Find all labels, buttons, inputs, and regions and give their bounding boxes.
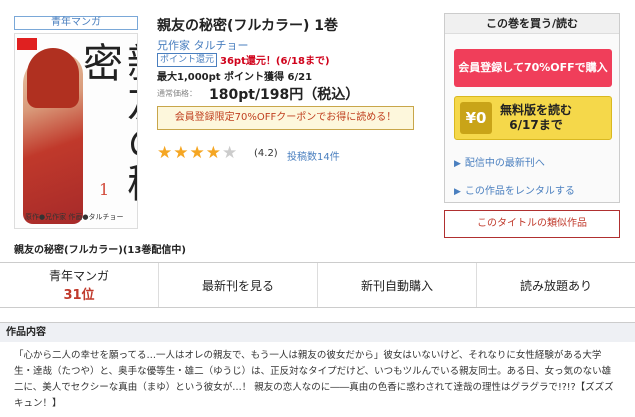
- cover-title-art: 親友の秘密: [76, 42, 137, 202]
- unlimited-reading-tab-label: 読み放題あり: [519, 278, 592, 293]
- price-value: 180pt/198円（税込）: [209, 87, 360, 103]
- chevron-right-icon: ▶: [454, 187, 461, 197]
- latest-volume-link[interactable]: ▶ 配信中の最新刊へ: [454, 154, 545, 169]
- cover-caption: 親友の秘密(フルカラー)(13巻配信中): [14, 245, 186, 256]
- stats-row: 青年マンガ 31位 最新刊を見る 新刊自動購入 読み放題あり: [0, 262, 635, 308]
- star-icon: ★: [189, 143, 205, 163]
- rental-link[interactable]: ▶ この作品をレンタルする: [454, 182, 575, 197]
- artist-link[interactable]: タルチョー: [194, 39, 249, 52]
- star-rating: ★ ★ ★ ★ ★: [157, 145, 237, 162]
- point-badge: ポイント還元: [157, 52, 218, 67]
- review-count-link[interactable]: 投稿数14件: [287, 148, 340, 163]
- latest-volume-tab-label: 最新刊を見る: [201, 278, 274, 293]
- star-icon: ★: [173, 143, 189, 163]
- page-title: 親友の秘密(フルカラー) 1巻: [157, 18, 338, 34]
- author-link[interactable]: 兄作家: [157, 39, 190, 52]
- point-text: 36pt還元！(6/18まで): [220, 56, 330, 67]
- chevron-right-icon: ▶: [454, 159, 461, 169]
- rating-score: (4.2): [254, 148, 278, 159]
- free-read-label: 無料版を読む: [500, 103, 573, 117]
- similar-titles-button[interactable]: このタイトルの類似作品: [444, 210, 620, 238]
- auto-purchase-tab-label: 新刊自動購入: [360, 278, 433, 293]
- genre-ranking[interactable]: 青年マンガ 31位: [0, 263, 159, 307]
- description-heading: 作品内容: [0, 322, 635, 342]
- description-text: 「心から二人の幸せを願ってる…一人はオレの親友で、もう一人は親友の彼女だから」彼…: [14, 350, 614, 409]
- buy-box-heading: この巻を買う/読む: [445, 14, 619, 34]
- unlimited-reading-tab[interactable]: 読み放題あり: [477, 263, 635, 307]
- auto-purchase-tab[interactable]: 新刊自動購入: [318, 263, 477, 307]
- rental-label: この作品をレンタルする: [464, 186, 575, 197]
- author-row: 兄作家 タルチョー: [157, 37, 249, 53]
- point-row: ポイント還元 36pt還元！(6/18まで): [157, 52, 330, 67]
- free-read-deadline: 6/17まで: [509, 118, 563, 132]
- read-free-button[interactable]: ¥0 無料版を読む 6/17まで: [454, 96, 612, 140]
- star-icon: ★: [222, 143, 238, 163]
- genre-ranking-label: 青年マンガ: [48, 269, 109, 283]
- cover-credit: 原作●兄作家 作画●タルチョー: [25, 213, 124, 221]
- buy-box: この巻を買う/読む 会員登録して70%OFFで購入 ¥0 無料版を読む 6/17…: [444, 13, 620, 203]
- cover-volume: 1: [99, 180, 110, 199]
- coupon-banner[interactable]: 会員登録限定70%OFFクーポンでお得に読める！: [157, 106, 414, 130]
- latest-volume-tab[interactable]: 最新刊を見る: [159, 263, 318, 307]
- free-read-text: 無料版を読む 6/17まで: [500, 103, 572, 133]
- register-purchase-button[interactable]: 会員登録して70%OFFで購入: [454, 49, 612, 87]
- cover-publisher-logo: [17, 38, 37, 50]
- star-icon: ★: [205, 143, 221, 163]
- cover-hair: [27, 48, 79, 108]
- star-icon: ★: [157, 143, 173, 163]
- yen-icon: ¥0: [460, 102, 492, 134]
- latest-volume-label: 配信中の最新刊へ: [464, 158, 545, 169]
- genre-badge: 青年マンガ: [14, 16, 138, 30]
- cover-image[interactable]: 親友の秘密 1 原作●兄作家 作画●タルチョー: [14, 33, 138, 229]
- genre-rank-value: 31位: [63, 288, 95, 303]
- price-label: 通常価格：: [157, 89, 197, 98]
- max-points: 最大1,000pt ポイント獲得 6/21: [157, 72, 313, 83]
